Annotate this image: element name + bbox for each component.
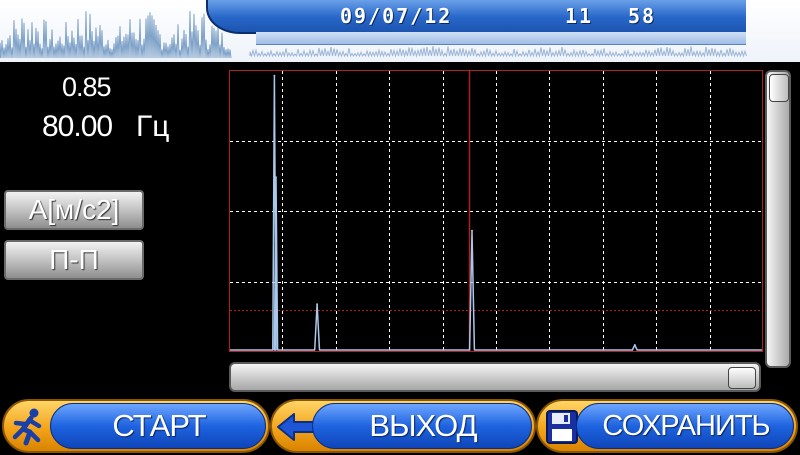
save-button-label: СОХРАНИТЬ bbox=[602, 410, 770, 442]
exit-button-label: ВЫХОД bbox=[369, 408, 477, 443]
mode-button[interactable]: П-П bbox=[4, 240, 144, 280]
spectrum-plot[interactable] bbox=[229, 70, 763, 352]
amplitude-value: 0.85 bbox=[62, 72, 112, 102]
spectrum-peak bbox=[316, 303, 318, 305]
units-button[interactable]: A[м/c2] bbox=[4, 190, 144, 230]
horizontal-scrollbar[interactable] bbox=[229, 362, 761, 392]
date-display: 09/07/12 bbox=[340, 4, 453, 28]
start-button-label: СТАРТ bbox=[112, 408, 206, 443]
spectrum-peak bbox=[633, 344, 636, 346]
floppy-disk-icon bbox=[546, 410, 578, 444]
spectrum-peak bbox=[471, 229, 473, 232]
status-header: 09/07/12 11 58 bbox=[0, 0, 800, 62]
header-wave-left bbox=[0, 10, 232, 59]
spectrum-peak bbox=[275, 176, 277, 179]
horizontal-scroll-thumb[interactable] bbox=[728, 367, 756, 389]
frequency-value: 80.00 bbox=[42, 110, 113, 143]
frequency-unit: Гц bbox=[136, 110, 170, 143]
vertical-scrollbar[interactable] bbox=[765, 70, 791, 368]
arrow-left-icon bbox=[277, 413, 315, 441]
save-button[interactable]: СОХРАНИТЬ bbox=[536, 399, 798, 453]
start-button[interactable]: СТАРТ bbox=[2, 399, 270, 453]
time-minute: 58 bbox=[628, 4, 657, 28]
vertical-scroll-thumb[interactable] bbox=[769, 74, 789, 102]
time-hour: 11 bbox=[565, 4, 594, 28]
header-strip bbox=[256, 32, 746, 45]
header-tab bbox=[206, 0, 746, 34]
header-wave-right bbox=[249, 46, 747, 58]
exit-button[interactable]: ВЫХОД bbox=[270, 399, 536, 453]
spectrum-peak bbox=[273, 74, 276, 77]
runner-icon bbox=[12, 408, 42, 446]
